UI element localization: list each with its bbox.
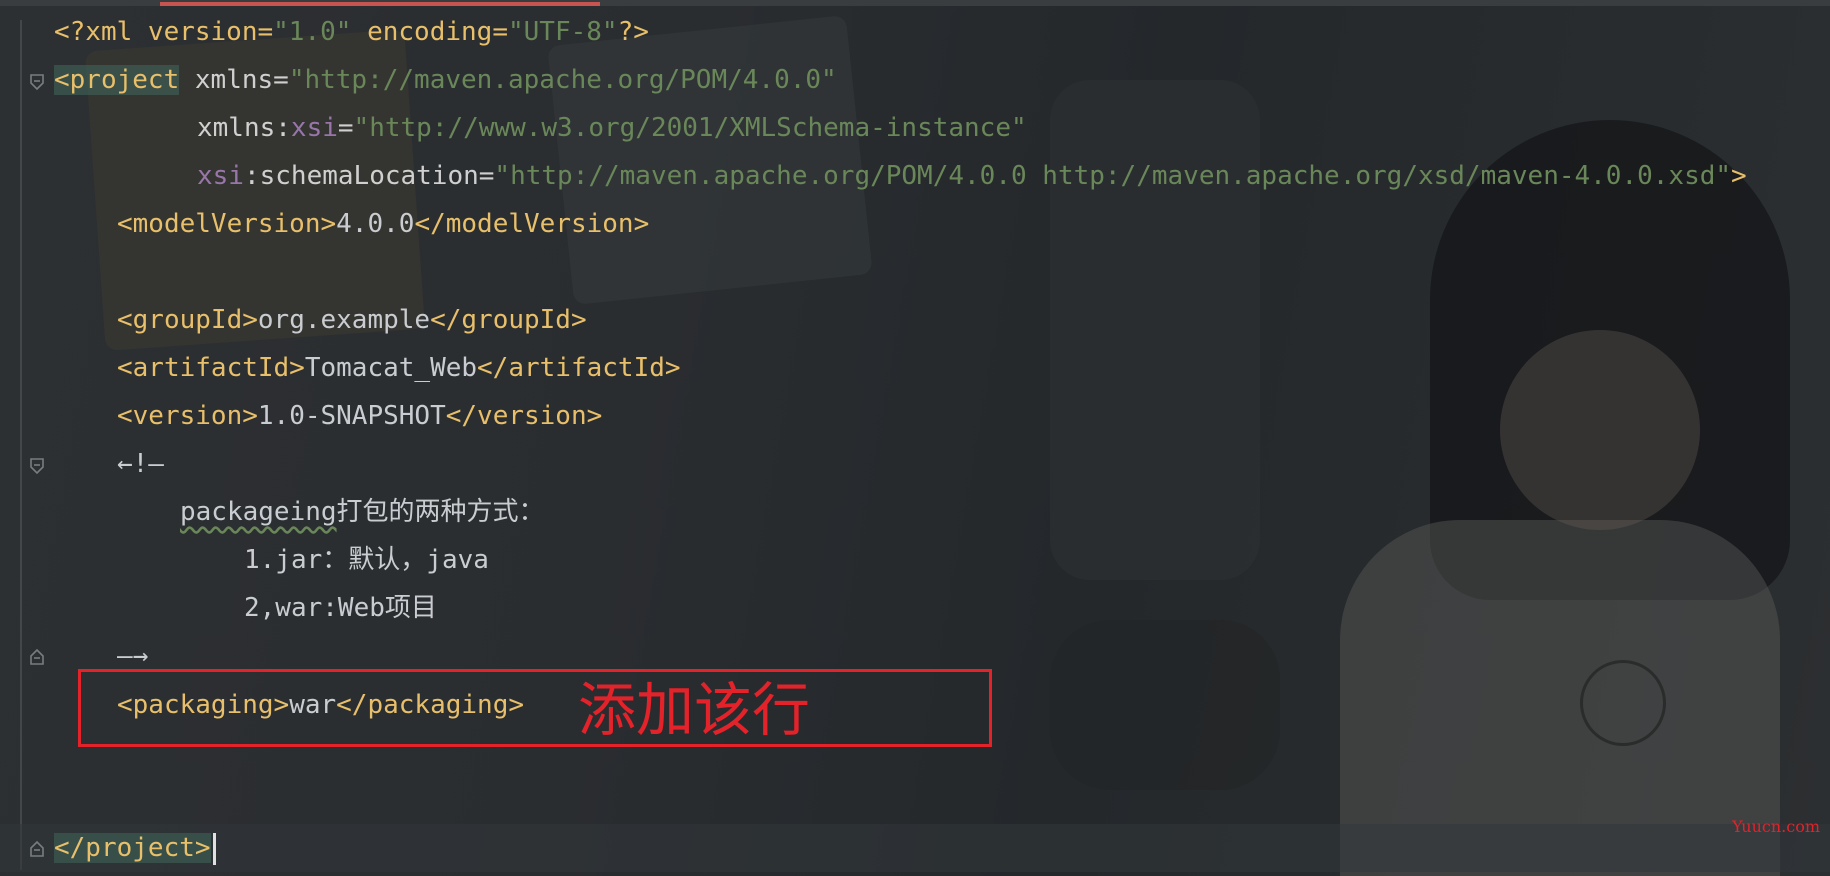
annotation-highlight-box (78, 669, 992, 747)
text-caret (212, 832, 216, 865)
code-line-group-id[interactable]: <groupId>org.example</groupId> (117, 296, 587, 344)
code-line-model-version[interactable]: <modelVersion>4.0.0</modelVersion> (117, 200, 649, 248)
xsi-prefix: xsi (197, 161, 244, 191)
artifact-id-open: <artifactId> (117, 353, 305, 383)
equals-sign: = (337, 113, 354, 143)
code-line-schema-location[interactable]: xsi:schemaLocation="http://maven.apache.… (197, 152, 1747, 200)
schema-location-attr: :schemaLocation= (243, 161, 495, 191)
packaging-word: packageing (180, 497, 337, 527)
code-line-xmlns-xsi[interactable]: xmlns:xsi="http://www.w3.org/2001/XMLSch… (197, 104, 1027, 152)
wallpaper-controller (1050, 620, 1280, 790)
gutter-fold-guide (20, 20, 22, 870)
group-id-open: <groupId> (117, 305, 258, 335)
current-line-highlight (0, 824, 1830, 872)
model-version-close: </modelVersion> (414, 209, 650, 239)
xmlns-value: "http://maven.apache.org/POM/4.0.0" (288, 65, 837, 95)
model-version-open: <modelVersion> (117, 209, 337, 239)
tag-close-bracket: > (1731, 161, 1747, 191)
schema-location-value: "http://maven.apache.org/POM/4.0.0 http:… (494, 161, 1732, 191)
group-id-close: </groupId> (430, 305, 587, 335)
wallpaper-figure-body (1340, 520, 1780, 876)
code-line-comment-war[interactable]: 2,war:Web项目 (244, 584, 437, 632)
fold-marker-icon[interactable] (29, 840, 45, 858)
code-line-project-close[interactable]: </project> (54, 824, 216, 872)
model-version-value: 4.0.0 (336, 209, 415, 239)
artifact-id-close: </artifactId> (477, 353, 681, 383)
comment-open-marker: ←!— (117, 449, 164, 479)
fold-marker-icon[interactable] (29, 73, 45, 91)
version-value: 1.0-SNAPSHOT (257, 401, 446, 431)
xsi-prefix: xsi (290, 113, 338, 143)
wallpaper-smile-icon (1580, 660, 1666, 746)
code-line-version[interactable]: <version>1.0-SNAPSHOT</version> (117, 392, 602, 440)
xmlns-attr: xmlns= (179, 65, 289, 95)
code-line-comment-jar[interactable]: 1.jar：默认，java (244, 536, 489, 584)
jar-option: 1.jar (244, 545, 323, 575)
version-close: </version> (445, 401, 603, 431)
project-close-tag: </project> (54, 833, 211, 863)
xml-decl-close: ?> (617, 17, 649, 47)
code-line-project-open[interactable]: <project xmlns="http://maven.apache.org/… (54, 56, 837, 104)
war-desc: 项目 (384, 593, 437, 623)
war-option: 2,war:Web (244, 593, 385, 623)
code-line-comment-open[interactable]: ←!— (117, 440, 164, 488)
active-tab-indicator (160, 2, 600, 6)
fold-marker-icon[interactable] (29, 457, 45, 475)
xml-encoding-value: "UTF-8" (507, 17, 618, 47)
xmlns-xsi-attr: xmlns: (197, 113, 291, 143)
annotation-label: 添加该行 (578, 676, 811, 744)
fold-marker-icon[interactable] (29, 648, 45, 666)
project-open-tag: <project (54, 65, 180, 95)
code-line-xml-declaration[interactable]: <?xml version="1.0" encoding="UTF-8"?> (54, 8, 649, 56)
artifact-id-value: Tomacat_Web (304, 353, 478, 383)
comment-close-marker: —→ (117, 641, 149, 671)
code-line-artifact-id[interactable]: <artifactId>Tomacat_Web</artifactId> (117, 344, 681, 392)
editor-tab-bar (0, 0, 1830, 6)
xml-version-value: "1.0" (273, 17, 352, 47)
group-id-value: org.example (257, 305, 431, 335)
xml-encoding-attr: encoding= (351, 17, 508, 47)
code-line-comment-packaging[interactable]: packageing打包的两种方式： (180, 488, 545, 536)
version-open: <version> (117, 401, 258, 431)
wallpaper-figure-face (1500, 330, 1700, 530)
watermark: Yuucn.com (1732, 817, 1820, 836)
xmlns-xsi-value: "http://www.w3.org/2001/XMLSchema-instan… (353, 113, 1027, 143)
jar-java: java (426, 545, 489, 575)
jar-desc: ：默认， (322, 545, 427, 575)
xml-decl-open: <?xml version= (54, 17, 274, 47)
packaging-desc: 打包的两种方式： (336, 497, 545, 527)
